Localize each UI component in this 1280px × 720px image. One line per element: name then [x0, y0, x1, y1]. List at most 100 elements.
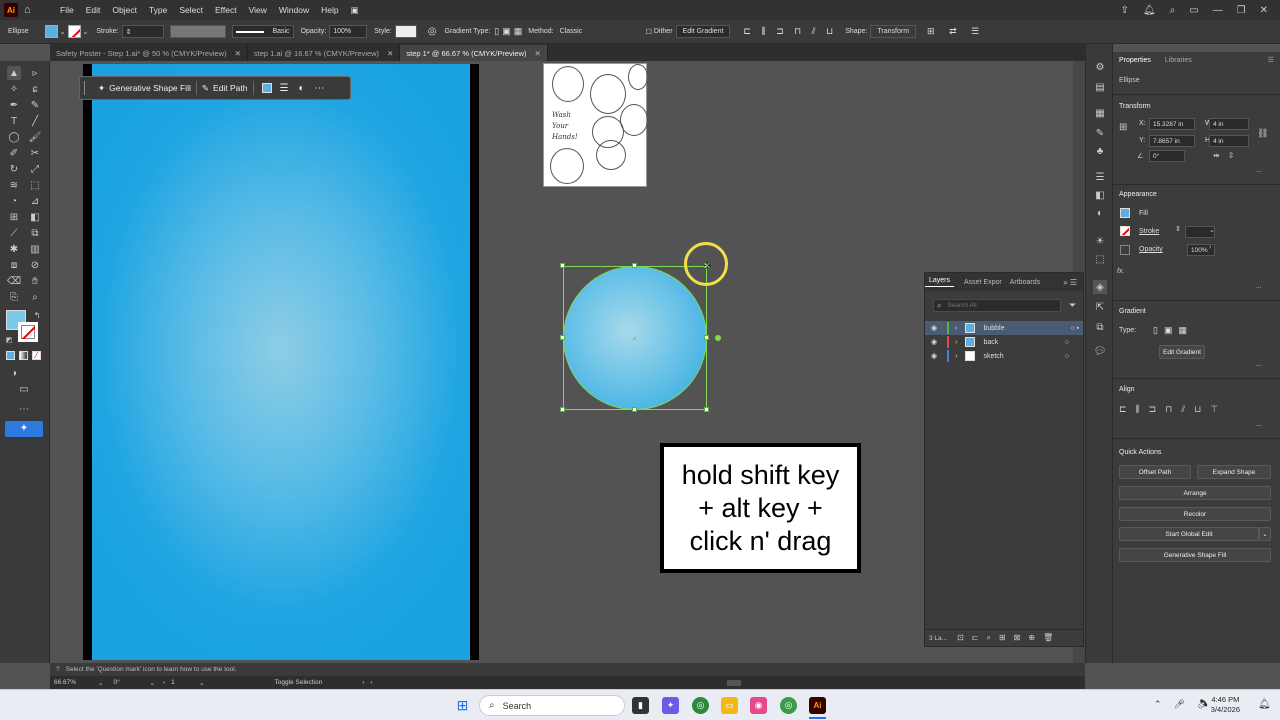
- eyedropper-icon[interactable]: ⟋: [7, 226, 21, 240]
- magic-wand-icon[interactable]: ✧: [7, 82, 21, 96]
- y-input[interactable]: 7.8657 in: [1149, 135, 1195, 147]
- artboards-icon[interactable]: ⧉: [1093, 320, 1107, 334]
- filter-icon[interactable]: ⏷: [1069, 300, 1076, 311]
- layer-name[interactable]: sketch: [983, 353, 1003, 360]
- generative-shape-fill-button[interactable]: Generative Shape Fill: [1119, 548, 1271, 562]
- mesh-tool-icon[interactable]: ⊞: [7, 210, 21, 224]
- gradient-type-icons[interactable]: ▯▣▦: [1153, 325, 1193, 336]
- libraries-icon[interactable]: ▤: [1093, 80, 1107, 94]
- workspace-icon[interactable]: ▭: [1189, 5, 1198, 16]
- zoom-level[interactable]: 66.67%: [54, 679, 94, 686]
- transparency-icon[interactable]: ◐: [1093, 206, 1107, 220]
- slice-tool-icon[interactable]: ⊘: [28, 258, 42, 272]
- expand-chevron-icon[interactable]: ›: [955, 325, 957, 332]
- menu-effect[interactable]: Effect: [209, 5, 243, 15]
- more-options-icon[interactable]: ⋯: [1255, 168, 1262, 176]
- menu-edit[interactable]: Edit: [80, 5, 107, 15]
- symbol-sprayer-icon[interactable]: ✱: [7, 242, 21, 256]
- more-icon[interactable]: ⋯: [315, 83, 325, 94]
- resize-handle[interactable]: [632, 263, 637, 268]
- angle-input[interactable]: 0°: [1149, 150, 1185, 162]
- target-icon[interactable]: ○ ▪: [1070, 325, 1079, 332]
- chevron-down-icon[interactable]: ⌄: [60, 28, 66, 36]
- start-global-edit-button[interactable]: Start Global Edit: [1119, 527, 1259, 541]
- visibility-eye-icon[interactable]: ◉: [931, 338, 937, 346]
- opacity-input[interactable]: 100%: [329, 25, 368, 38]
- home-icon[interactable]: ⌂: [24, 4, 40, 16]
- swap-colors-icon[interactable]: ↰: [30, 308, 44, 322]
- chrome-profile-icon[interactable]: ◎: [780, 697, 797, 714]
- pie-widget-handle[interactable]: [715, 335, 721, 341]
- warp-tool-icon[interactable]: ≋: [7, 178, 21, 192]
- chevron-down-icon[interactable]: ⌄: [98, 679, 103, 687]
- chevron-right-icon[interactable]: ›: [1209, 244, 1211, 251]
- stroke-lines-icon[interactable]: ☰: [280, 83, 289, 94]
- draw-mode-icon[interactable]: ◑: [7, 366, 21, 380]
- resize-handle[interactable]: [560, 263, 565, 268]
- export-icon[interactable]: ⇱: [1093, 300, 1107, 314]
- menu-window[interactable]: Window: [273, 5, 315, 15]
- direct-selection-tool-icon[interactable]: ▹: [28, 66, 42, 80]
- more-options-icon[interactable]: ⋯: [1255, 284, 1262, 292]
- selection-tool-icon[interactable]: ▲: [7, 66, 21, 80]
- generative-shape-fill-button[interactable]: ✦ Generative Shape Fill: [93, 79, 196, 97]
- align-icons[interactable]: ⊏⫼⊐⊓⫽⊔⊤: [1119, 404, 1227, 415]
- chevron-left-icon[interactable]: ‹: [370, 679, 372, 686]
- layer-row-back[interactable]: ◉ › back ○: [925, 335, 1083, 349]
- share-icon[interactable]: ⇪: [1120, 5, 1128, 16]
- arrange-button[interactable]: Arrange: [1119, 486, 1271, 500]
- clock[interactable]: 4:46 PM 3/4/2026: [1211, 695, 1240, 715]
- constrain-proportions-icon[interactable]: ⛓: [1257, 128, 1268, 139]
- expand-chevron-icon[interactable]: ›: [955, 353, 957, 360]
- app-icon[interactable]: ◉: [750, 697, 767, 714]
- target-icon[interactable]: ○: [1065, 339, 1069, 346]
- appearance-icon[interactable]: ☀: [1093, 234, 1107, 248]
- tab-safety-poster[interactable]: Safety Poster - Step 1.ai* @ 50 % (CMYK/…: [50, 45, 248, 61]
- paintbrush-icon[interactable]: 🖌︎: [28, 130, 42, 144]
- type-tool-icon[interactable]: T: [7, 114, 21, 128]
- edit-gradient-button[interactable]: Edit Gradient: [675, 25, 731, 38]
- more-tools-icon[interactable]: ⋯: [17, 402, 31, 416]
- tab-step1-ai[interactable]: step 1.ai @ 16.67 % (CMYK/Preview) ✕: [248, 45, 401, 61]
- tab-step1-active[interactable]: step 1* @ 66.67 % (CMYK/Preview) ✕: [400, 45, 548, 61]
- variable-width-profile[interactable]: [169, 25, 226, 38]
- stroke-icon[interactable]: ☰: [1093, 170, 1107, 184]
- panel-menu-icon[interactable]: ☰: [1268, 56, 1274, 64]
- x-input[interactable]: 15.3287 in: [1149, 118, 1195, 130]
- question-icon[interactable]: ?: [56, 666, 60, 673]
- graphic-style-swatch[interactable]: [394, 25, 417, 38]
- close-tab-icon[interactable]: ✕: [535, 49, 541, 58]
- layer-name[interactable]: back: [983, 339, 998, 346]
- stroke-swatch[interactable]: [1120, 226, 1130, 236]
- print-tiling-icon[interactable]: ⎘: [7, 290, 21, 304]
- recolor-icon[interactable]: ◐: [298, 83, 304, 94]
- close-tab-icon[interactable]: ✕: [235, 49, 241, 58]
- illustrator-taskbar-icon[interactable]: Ai: [809, 697, 826, 714]
- edit-gradient-button[interactable]: Edit Gradient: [1159, 345, 1205, 359]
- line-tool-icon[interactable]: ╱: [28, 114, 42, 128]
- reference-point-icon[interactable]: ⊞: [1119, 122, 1127, 133]
- artboard-number[interactable]: 1: [171, 679, 199, 686]
- tab-layers[interactable]: Layers: [925, 277, 955, 287]
- opacity-label[interactable]: Opacity: [1139, 246, 1163, 253]
- layers-icon[interactable]: ◈: [1093, 280, 1107, 294]
- fx-icon[interactable]: fx.: [1117, 268, 1124, 275]
- tab-properties[interactable]: Properties: [1119, 57, 1151, 64]
- offset-path-button[interactable]: Offset Path: [1119, 465, 1191, 479]
- maximize-icon[interactable]: ❐: [1237, 5, 1246, 16]
- method-select[interactable]: Classic: [557, 25, 637, 38]
- menu-select[interactable]: Select: [173, 5, 209, 15]
- eraser-tool-icon[interactable]: ⌫: [7, 274, 21, 288]
- arrange-documents-icon[interactable]: ▣: [345, 5, 365, 16]
- layers-search-input[interactable]: [947, 302, 1048, 309]
- linear-gradient-icon[interactable]: ▯: [494, 26, 499, 37]
- recolor-icon[interactable]: ◎: [428, 26, 437, 37]
- swatches-icon[interactable]: ▦: [1093, 106, 1107, 120]
- properties-icon[interactable]: ⚙: [1093, 60, 1107, 74]
- tab-artboards[interactable]: Artboards: [1006, 279, 1044, 286]
- chevron-down-icon[interactable]: ⌄: [83, 28, 89, 36]
- tab-asset-export[interactable]: Asset Expor: [960, 279, 1006, 286]
- free-transform-icon[interactable]: ⬚: [28, 178, 42, 192]
- stroke-weight-stepper[interactable]: ⇕: [1175, 225, 1181, 233]
- transform-button[interactable]: Transform: [870, 25, 917, 38]
